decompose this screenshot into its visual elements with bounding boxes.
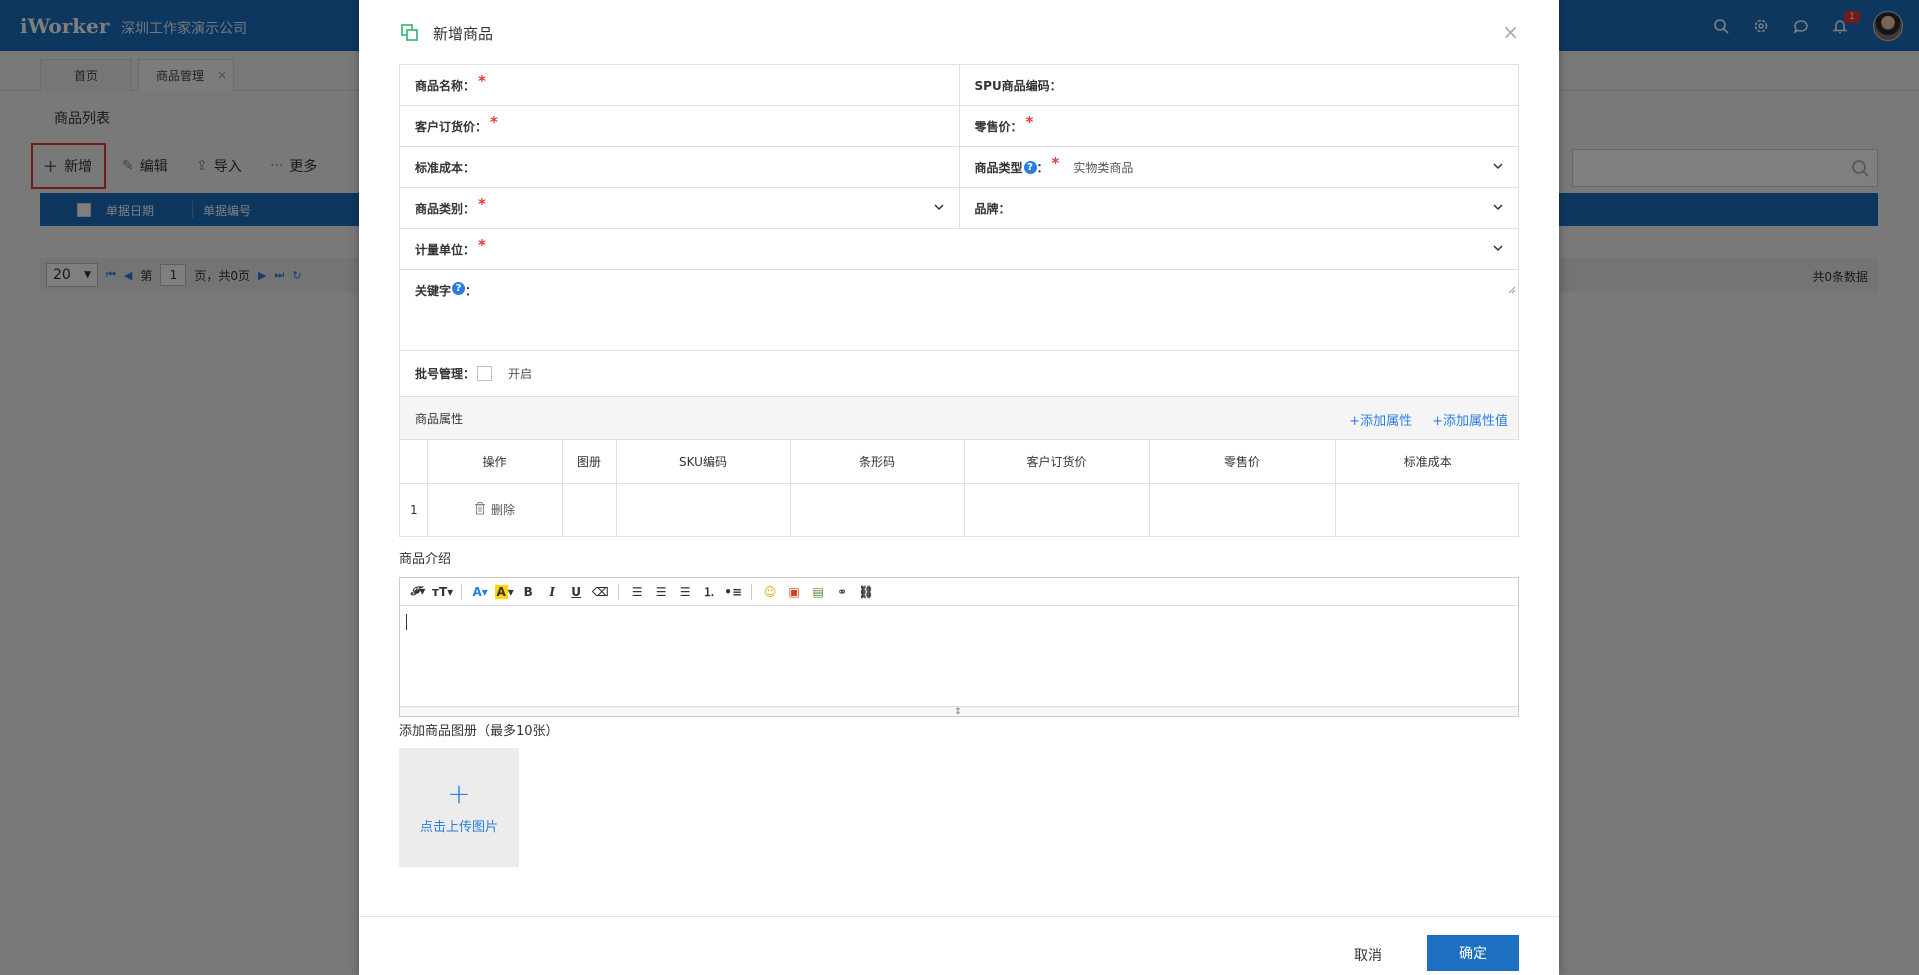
spu-code-field[interactable]: SPU商品编码： xyxy=(958,65,1519,105)
upload-image-button[interactable]: + 点击上传图片 xyxy=(399,748,519,867)
copy-icon xyxy=(401,24,419,45)
required-mark: * xyxy=(490,113,498,131)
editor-content-area[interactable] xyxy=(400,606,1518,706)
chevron-down-icon[interactable] xyxy=(1492,242,1504,257)
batch-enable-label[interactable]: 开启 xyxy=(508,365,532,382)
editor-toolbar: 𝓕▾ тT▾ A▾ A ▾ B I U ⌫ ☰ ☰ ☰ ⒈ •≡ ☺ ▣ ▤ ⚭ … xyxy=(400,578,1518,606)
resize-handle-icon[interactable]: ⇕ xyxy=(954,707,962,717)
barcode-cell[interactable] xyxy=(790,483,965,536)
required-mark: * xyxy=(1025,113,1034,131)
cancel-button[interactable]: 取消 xyxy=(1354,945,1382,965)
row-index: 1 xyxy=(400,483,428,536)
add-attribute-value-link[interactable]: +添加属性值 xyxy=(1432,410,1508,429)
product-type-value: 实物类商品 xyxy=(1073,160,1134,175)
plus-icon: + xyxy=(447,777,471,810)
font-family-icon[interactable]: 𝓕▾ xyxy=(408,582,428,602)
column-header-retail-price: 零售价 xyxy=(1149,440,1336,484)
ordered-list-icon[interactable]: ⒈ xyxy=(699,582,719,602)
required-mark: * xyxy=(1051,154,1060,172)
product-form: 商品名称： * SPU商品编码： 客户订货价： * 零售价： * 标准成本： 商品类型… xyxy=(399,64,1520,537)
column-header-sku: SKU编码 xyxy=(616,440,791,484)
product-type-select[interactable]: 商品类型?： * 实物类商品 xyxy=(958,147,1519,187)
resize-grip-icon[interactable] xyxy=(1508,283,1516,297)
chevron-down-icon[interactable] xyxy=(1492,201,1504,216)
required-mark: * xyxy=(478,72,486,90)
keywords-textarea[interactable]: 关键字?： xyxy=(400,270,1518,299)
attributes-title: 商品属性 xyxy=(415,411,464,426)
toolbar-divider xyxy=(461,583,463,600)
album-cell[interactable] xyxy=(562,483,617,536)
column-header-index xyxy=(400,440,428,484)
batch-enable-checkbox[interactable] xyxy=(477,366,493,381)
underline-icon[interactable]: U xyxy=(566,582,586,602)
italic-icon[interactable]: I xyxy=(542,582,562,602)
confirm-button[interactable]: 确定 xyxy=(1427,935,1519,971)
unlink-icon[interactable]: ⛓ xyxy=(856,582,876,602)
help-icon[interactable]: ? xyxy=(1023,160,1037,174)
trash-icon xyxy=(474,501,486,518)
column-header-action: 操作 xyxy=(427,440,563,484)
column-header-customer-price: 客户订货价 xyxy=(964,440,1150,484)
column-header-album: 图册 xyxy=(562,440,617,484)
retail-price-cell[interactable] xyxy=(1149,483,1336,536)
product-name-field[interactable]: 商品名称： * xyxy=(400,65,959,105)
font-color-icon[interactable]: A▾ xyxy=(470,582,490,602)
add-product-dialog: 新增商品 × 商品名称： * SPU商品编码： 客户订货价： * 零售价： * 标准成… xyxy=(359,0,1559,975)
required-mark: * xyxy=(478,236,486,254)
highlight-color-icon[interactable]: A ▾ xyxy=(494,582,514,602)
customer-price-field[interactable]: 客户订货价： * xyxy=(400,106,959,146)
column-header-standard-cost: 标准成本 xyxy=(1335,440,1520,484)
emoji-icon[interactable]: ☺ xyxy=(760,582,780,602)
editor-resize-bar[interactable]: ⇕ xyxy=(400,706,1518,717)
column-header-barcode: 条形码 xyxy=(790,440,965,484)
intro-label: 商品介绍 xyxy=(399,552,452,567)
unordered-list-icon[interactable]: •≡ xyxy=(723,582,743,602)
standard-cost-cell[interactable] xyxy=(1335,483,1520,536)
product-category-select[interactable]: 商品类别： * xyxy=(400,188,959,228)
add-attribute-link[interactable]: +添加属性 xyxy=(1349,410,1412,429)
bold-icon[interactable]: B xyxy=(518,582,538,602)
eraser-icon[interactable]: ⌫ xyxy=(590,582,610,602)
batch-management-field: 批号管理： 开启 xyxy=(415,365,533,382)
sku-table-header: 操作 图册 SKU编码 条形码 客户订货价 零售价 标准成本 xyxy=(400,440,1520,484)
unit-select[interactable]: 计量单位： * xyxy=(400,229,1518,269)
table-row: 1 删除 xyxy=(400,483,1520,536)
align-right-icon[interactable]: ☰ xyxy=(675,582,695,602)
rich-text-editor: 𝓕▾ тT▾ A▾ A ▾ B I U ⌫ ☰ ☰ ☰ ⒈ •≡ ☺ ▣ ▤ ⚭ … xyxy=(399,577,1519,717)
attributes-header: 商品属性 +添加属性 +添加属性值 xyxy=(400,397,1518,439)
toolbar-divider xyxy=(618,583,620,600)
align-left-icon[interactable]: ☰ xyxy=(627,582,647,602)
sku-code-cell[interactable] xyxy=(616,483,791,536)
text-caret xyxy=(406,614,407,630)
required-mark: * xyxy=(478,195,486,213)
chevron-down-icon[interactable] xyxy=(1492,160,1504,175)
sku-table: 操作 图册 SKU编码 条形码 客户订货价 零售价 标准成本 1 删除 xyxy=(400,440,1520,536)
customer-price-cell[interactable] xyxy=(964,483,1150,536)
help-icon[interactable]: ? xyxy=(452,282,466,295)
align-center-icon[interactable]: ☰ xyxy=(651,582,671,602)
font-size-icon[interactable]: тT▾ xyxy=(432,582,453,602)
video-icon[interactable]: ▤ xyxy=(808,582,828,602)
chevron-down-icon[interactable] xyxy=(933,201,945,216)
standard-cost-field[interactable]: 标准成本： xyxy=(400,147,959,187)
image-icon[interactable]: ▣ xyxy=(784,582,804,602)
close-icon[interactable]: × xyxy=(1502,20,1519,44)
link-icon[interactable]: ⚭ xyxy=(832,582,852,602)
brand-select[interactable]: 品牌： xyxy=(958,188,1519,228)
retail-price-field[interactable]: 零售价： * xyxy=(958,106,1519,146)
row-action-cell: 删除 xyxy=(427,483,563,536)
toolbar-divider xyxy=(751,583,753,600)
delete-row-button[interactable]: 删除 xyxy=(474,501,515,518)
album-label: 添加商品图册（最多10张） xyxy=(399,724,559,739)
dialog-header: 新增商品 × xyxy=(359,0,1559,64)
dialog-footer: 取消 确定 xyxy=(359,916,1559,975)
dialog-title: 新增商品 xyxy=(433,25,494,43)
